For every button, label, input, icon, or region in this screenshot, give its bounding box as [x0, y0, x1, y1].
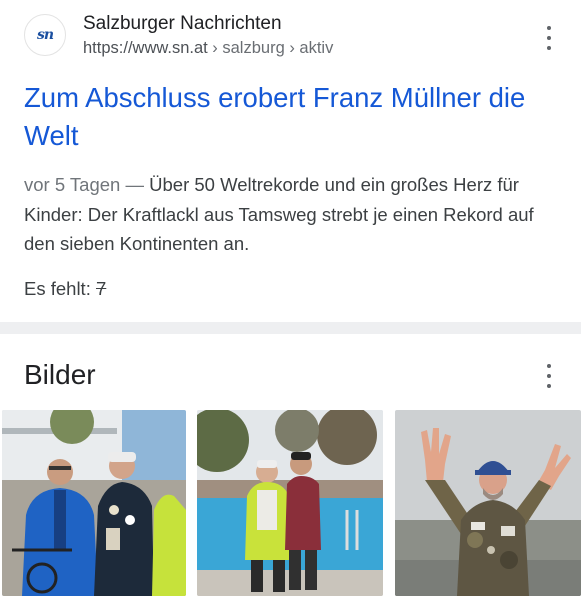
images-more-options-icon[interactable]	[541, 364, 557, 388]
source-url: https://www.sn.at › salzburg › aktiv	[83, 39, 333, 58]
result-title-link[interactable]: Zum Abschluss erobert Franz Müllner die …	[24, 79, 564, 155]
image-strip	[0, 410, 581, 600]
photo-pool	[197, 410, 383, 596]
more-options-icon[interactable]	[541, 26, 557, 50]
result-source[interactable]: sn Salzburger Nachrichten https://www.sn…	[24, 12, 557, 60]
images-section-title: Bilder	[24, 359, 96, 390]
search-result: sn Salzburger Nachrichten https://www.sn…	[0, 0, 581, 322]
photo-waving	[395, 410, 581, 596]
url-base: https://www.sn.at	[83, 39, 208, 57]
image-thumbnail-3[interactable]	[395, 410, 581, 596]
source-name: Salzburger Nachrichten	[83, 13, 282, 34]
image-thumbnail-2[interactable]	[197, 410, 383, 596]
site-favicon: sn	[24, 14, 66, 56]
result-snippet: vor 5 Tagen — Über 50 Weltrekorde und ei…	[24, 170, 564, 259]
photo-cyclists	[2, 410, 186, 596]
missing-term: 7	[95, 278, 107, 299]
result-date: vor 5 Tagen	[24, 174, 121, 195]
favicon-logo: sn	[36, 27, 54, 43]
section-divider	[0, 322, 581, 334]
missing-terms: Es fehlt: 7	[24, 278, 106, 300]
url-breadcrumb: › salzburg › aktiv	[207, 39, 334, 57]
date-dash: —	[120, 174, 150, 195]
image-thumbnail-1[interactable]	[2, 410, 186, 596]
missing-label: Es fehlt:	[24, 278, 96, 299]
